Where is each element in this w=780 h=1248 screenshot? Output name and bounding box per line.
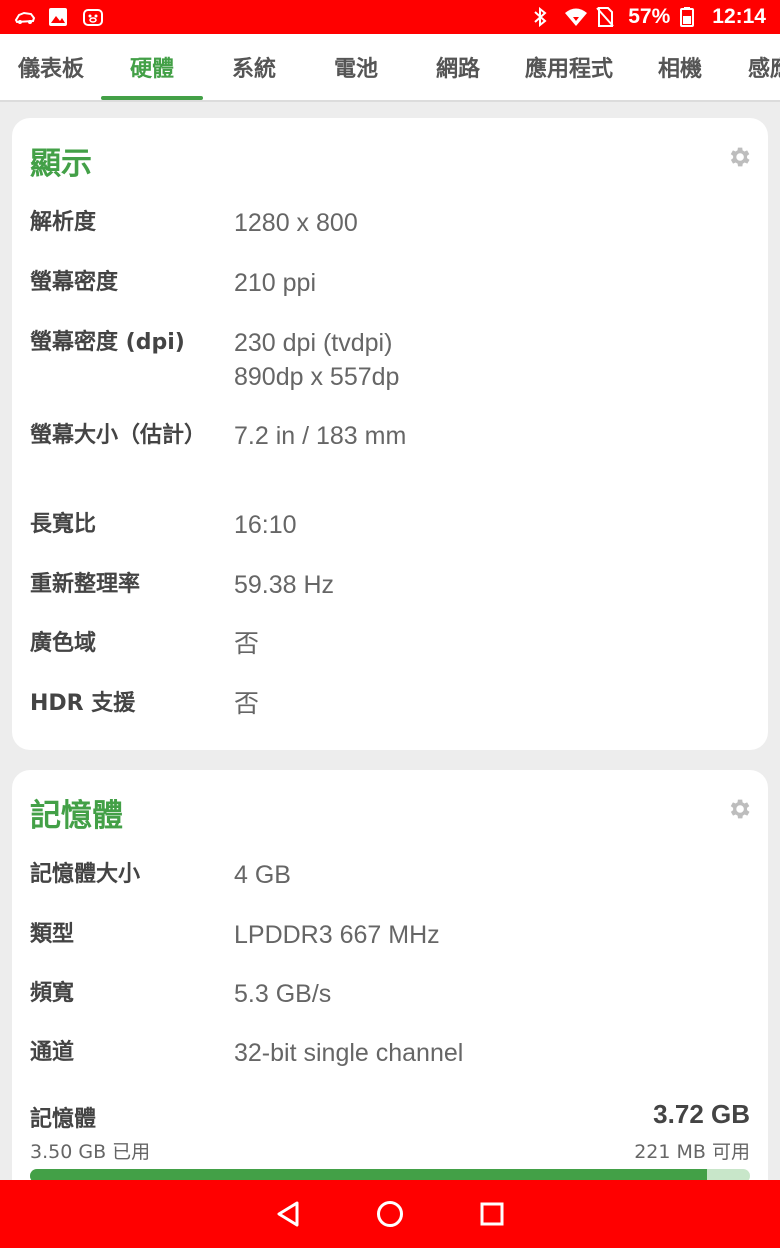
tab-bar: 儀表板 硬體 系統 電池 網路 應用程式 相機 感應器 xyxy=(0,34,780,102)
tab-battery[interactable]: 電池 xyxy=(305,34,407,100)
tab-sensors[interactable]: 感應器 xyxy=(748,34,780,100)
display-card: 顯示 解析度 1280 x 800 螢幕密度 210 ppi 螢幕密度 (dpi… xyxy=(12,118,768,750)
row-label-screen-size: 螢幕大小（估計） xyxy=(30,423,207,448)
battery-percent: 57% xyxy=(628,5,671,28)
memory-used: 3.50 GB 已用 xyxy=(30,1141,151,1163)
memory-card-title: 記憶體 xyxy=(30,798,123,834)
row-value-memory-size: 4 GB xyxy=(234,861,291,889)
bluetooth-icon xyxy=(532,6,554,28)
row-label-hdr: HDR 支援 xyxy=(30,691,136,716)
memory-card: 記憶體 記憶體大小 4 GB 類型 LPDDR3 667 MHz 頻寬 5.3 … xyxy=(12,770,768,1200)
row-value-resolution: 1280 x 800 xyxy=(234,209,358,237)
status-bar: 57% 12:14 xyxy=(0,0,780,34)
recents-icon[interactable] xyxy=(477,1199,507,1229)
row-label-refresh-rate: 重新整理率 xyxy=(30,572,141,597)
display-card-title: 顯示 xyxy=(30,146,92,182)
image-notification-icon xyxy=(48,7,70,27)
memory-usage-label: 記憶體 xyxy=(30,1107,97,1132)
row-value-bandwidth: 5.3 GB/s xyxy=(234,980,332,1008)
memory-free: 221 MB 可用 xyxy=(634,1141,750,1163)
status-right: 57% 12:14 xyxy=(532,5,766,29)
row-value-wide-color: 否 xyxy=(234,630,260,658)
row-label-channel: 通道 xyxy=(30,1040,75,1065)
row-value-aspect-ratio: 16:10 xyxy=(234,511,297,539)
gear-icon[interactable] xyxy=(726,144,752,170)
no-sim-icon xyxy=(596,7,618,27)
row-label-memory-size: 記憶體大小 xyxy=(30,862,141,887)
row-value-memory-type: LPDDR3 667 MHz xyxy=(234,921,440,949)
row-value-refresh-rate: 59.38 Hz xyxy=(234,571,335,599)
active-tab-indicator xyxy=(101,96,203,100)
row-label-wide-color: 廣色域 xyxy=(30,631,97,656)
row-label-aspect-ratio: 長寬比 xyxy=(30,512,97,537)
pig-notification-icon xyxy=(82,7,104,27)
row-label-bandwidth: 頻寬 xyxy=(30,981,75,1006)
row-label-resolution: 解析度 xyxy=(30,210,97,235)
row-label-density: 螢幕密度 xyxy=(30,270,119,295)
row-value-channel: 32-bit single channel xyxy=(234,1039,464,1067)
tab-dashboard[interactable]: 儀表板 xyxy=(0,34,102,100)
gear-icon[interactable] xyxy=(726,796,752,822)
row-value-density-dpi: 230 dpi (tvdpi) xyxy=(234,329,393,357)
tab-hardware[interactable]: 硬體 xyxy=(101,34,203,100)
row-value-hdr: 否 xyxy=(234,690,260,718)
clock: 12:14 xyxy=(712,5,766,28)
row-value-screen-size: 7.2 in / 183 mm xyxy=(234,422,407,450)
row-label-memory-type: 類型 xyxy=(30,922,75,947)
wifi-icon xyxy=(564,7,588,27)
back-icon[interactable] xyxy=(273,1199,303,1229)
tab-network[interactable]: 網路 xyxy=(407,34,509,100)
navigation-bar xyxy=(0,1180,780,1248)
status-left xyxy=(14,7,104,27)
tab-apps[interactable]: 應用程式 xyxy=(509,34,629,100)
memory-total: 3.72 GB xyxy=(653,1099,750,1129)
home-icon[interactable] xyxy=(375,1199,405,1229)
battery-icon xyxy=(680,7,702,27)
row-label-density-dpi: 螢幕密度 (dpi) xyxy=(30,330,185,355)
row-value-density-dp: 890dp x 557dp xyxy=(234,363,400,391)
tab-system[interactable]: 系統 xyxy=(203,34,305,100)
row-value-density: 210 ppi xyxy=(234,269,317,297)
memory-usage: 記憶體 3.72 GB 3.50 GB 已用 221 MB 可用 xyxy=(30,1099,750,1191)
car-notification-icon xyxy=(14,7,36,27)
tab-camera[interactable]: 相機 xyxy=(629,34,731,100)
